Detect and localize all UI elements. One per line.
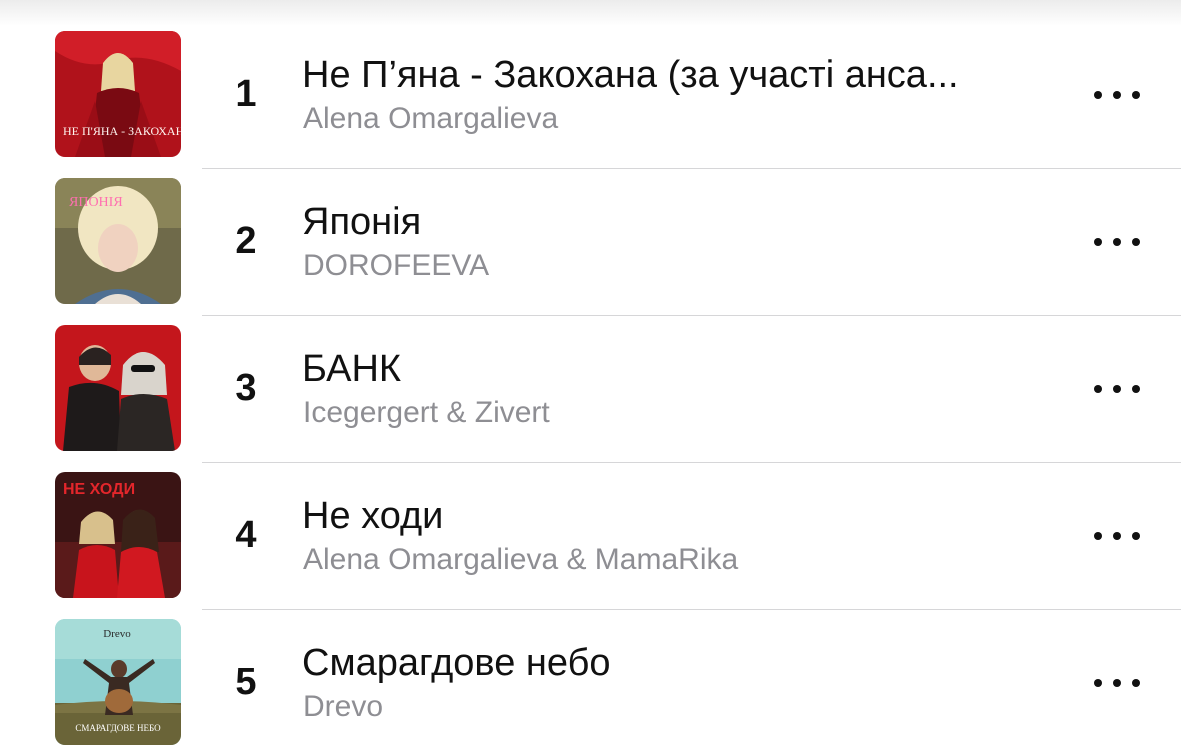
artwork-logo: Drevo [103, 628, 131, 640]
track-row-5[interactable]: Drevo СМАРАГДОВЕ НЕБО 5 Смарагдове небо … [0, 588, 1181, 745]
artwork-text-4: НЕ ХОДИ [63, 481, 135, 498]
track-artist[interactable]: Icegergert & Zivert [303, 394, 1043, 432]
ellipsis-icon [1094, 91, 1102, 99]
track-artist[interactable]: Alena Omargalieva [303, 100, 1043, 138]
ellipsis-icon [1094, 385, 1102, 393]
track-row-3[interactable]: 3 БАНК Icegergert & Zivert [0, 294, 1181, 451]
artwork-art4: НЕ ХОДИ [55, 472, 181, 598]
artwork-art3 [55, 325, 181, 451]
track-rank: 3 [235, 367, 257, 409]
track-title: Не ходи [302, 495, 444, 537]
track-rank: 5 [235, 661, 257, 703]
track-rank: 1 [235, 73, 257, 115]
album-artwork-5[interactable]: Drevo СМАРАГДОВЕ НЕБО [55, 619, 181, 745]
artwork-text-1: НЕ П'ЯНА - ЗАКОХАНА [63, 124, 181, 138]
artwork-art1: НЕ П'ЯНА - ЗАКОХАНА [55, 31, 181, 157]
artwork-text-5: СМАРАГДОВЕ НЕБО [75, 723, 161, 733]
track-title: Японія [302, 201, 422, 243]
artwork-text-2: ЯПОНІЯ [69, 195, 123, 210]
track-artist[interactable]: Drevo [303, 688, 1043, 726]
more-options-button[interactable] [1092, 668, 1142, 698]
album-artwork-3[interactable] [55, 325, 181, 451]
track-title: БАНК [302, 348, 402, 390]
ellipsis-icon [1094, 679, 1102, 687]
track-row-1[interactable]: НЕ П'ЯНА - ЗАКОХАНА 1 Не П’яна - Закохан… [0, 0, 1181, 157]
more-options-button[interactable] [1092, 227, 1142, 257]
artwork-art5: Drevo СМАРАГДОВЕ НЕБО [55, 619, 181, 745]
more-options-button[interactable] [1092, 374, 1142, 404]
track-title: Не П’яна - Закохана (за участі анса... [302, 54, 959, 96]
track-row-2[interactable]: ЯПОНІЯ 2 Японія DOROFEEVA [0, 147, 1181, 304]
album-artwork-4[interactable]: НЕ ХОДИ [55, 472, 181, 598]
track-row-4[interactable]: НЕ ХОДИ 4 Не ходи Alena Omargalieva & Ma… [0, 441, 1181, 598]
top-songs-list: НЕ П'ЯНА - ЗАКОХАНА 1 Не П’яна - Закохан… [0, 0, 1181, 753]
more-options-button[interactable] [1092, 80, 1142, 110]
ellipsis-icon [1094, 532, 1102, 540]
track-rank: 4 [235, 514, 257, 556]
artwork-art2: ЯПОНІЯ [55, 178, 181, 304]
track-artist[interactable]: Alena Omargalieva & MamaRika [303, 541, 1043, 579]
album-artwork-2[interactable]: ЯПОНІЯ [55, 178, 181, 304]
track-rank: 2 [235, 220, 257, 262]
ellipsis-icon [1094, 238, 1102, 246]
more-options-button[interactable] [1092, 521, 1142, 551]
track-artist[interactable]: DOROFEEVA [303, 247, 1043, 285]
track-title: Смарагдове небо [302, 642, 611, 684]
album-artwork-1[interactable]: НЕ П'ЯНА - ЗАКОХАНА [55, 31, 181, 157]
